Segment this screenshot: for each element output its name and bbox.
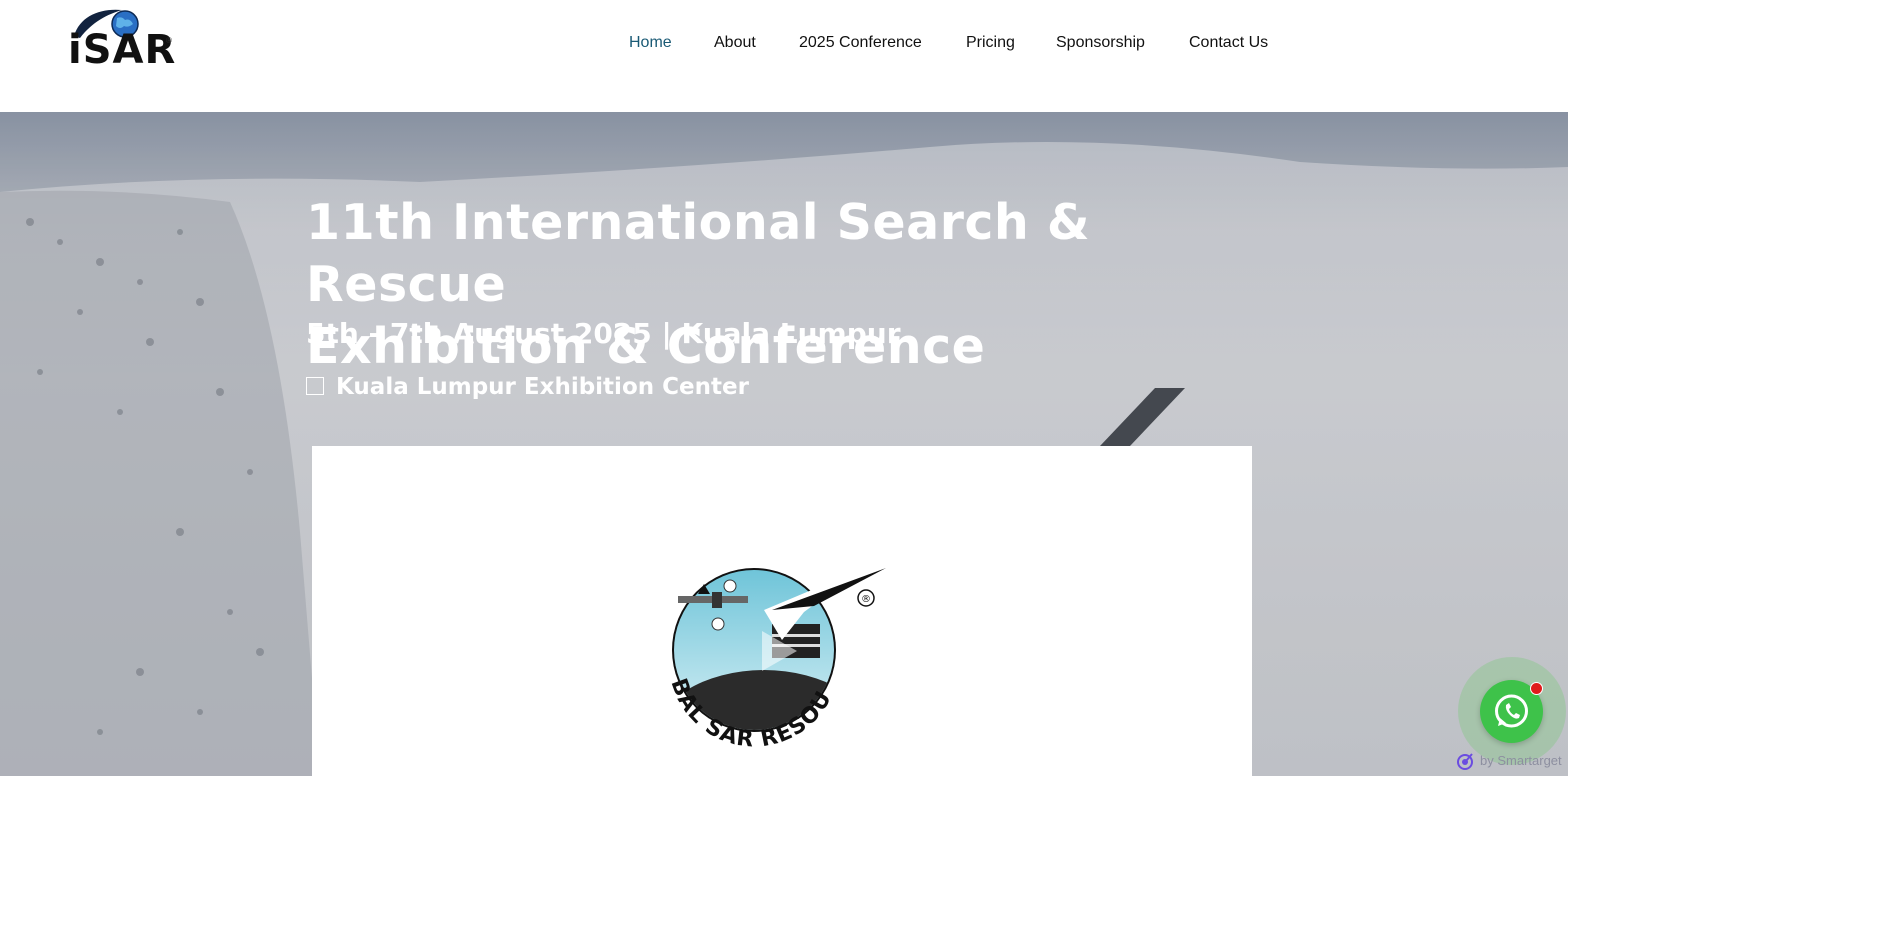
registered-mark: ® [166, 36, 172, 45]
hero-section: 11th International Search & Rescue Exhib… [0, 112, 1568, 776]
credit-text: by Smartarget [1480, 753, 1562, 768]
hero-title-line-1: 11th International Search & Rescue [306, 194, 1091, 313]
venue-text: Kuala Lumpur Exhibition Center [336, 374, 749, 400]
logo-registered-mark: ® [861, 594, 871, 605]
notification-badge [1530, 682, 1543, 695]
nav-home[interactable]: Home [629, 33, 672, 53]
play-icon[interactable] [752, 626, 802, 676]
nav-2025-conference[interactable]: 2025 Conference [799, 33, 922, 53]
logo-wordmark: iSAR [68, 27, 177, 73]
target-icon [1457, 753, 1473, 770]
nav-about[interactable]: About [714, 33, 756, 53]
nav-contact-us[interactable]: Contact Us [1189, 33, 1268, 53]
site-header: iSAR ® Home About 2025 Conference Pricin… [0, 0, 1568, 112]
location-icon [306, 377, 324, 395]
isar-logo[interactable]: iSAR ® [68, 6, 178, 72]
hero-subtitle: 5th - 7th August 2025 | Kuala Lumpur [306, 317, 901, 350]
nav-pricing[interactable]: Pricing [966, 33, 1015, 53]
video-player[interactable]: ® GLOBAL SAR RESOURCES [312, 446, 1252, 776]
nav-sponsorship[interactable]: Sponsorship [1056, 33, 1145, 53]
